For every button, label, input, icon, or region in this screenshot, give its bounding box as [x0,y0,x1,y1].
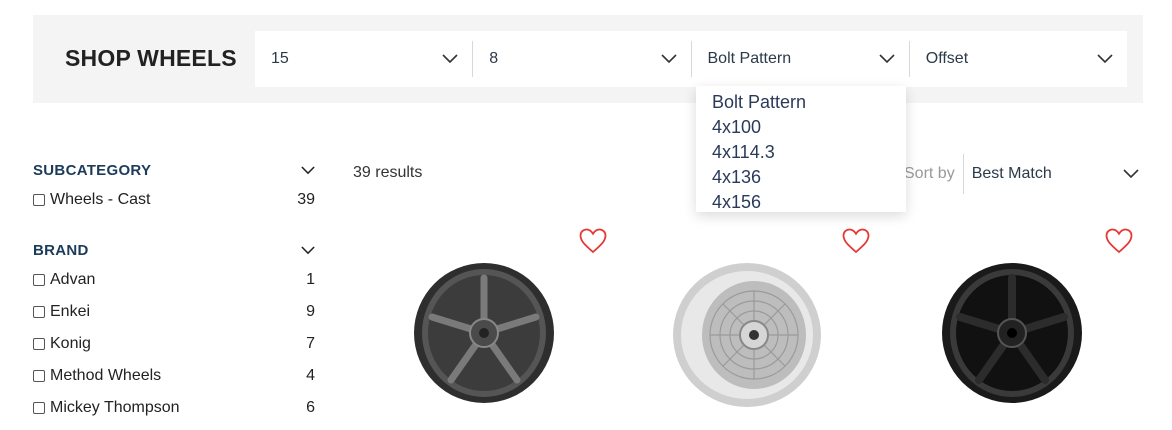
chevron-down-icon [1123,169,1139,179]
facet-brand: BRAND Advan 1 Enkei 9 Konig 7 Method Whe… [33,236,315,424]
facet-subcategory: SUBCATEGORY Wheels - Cast 39 [33,156,315,216]
facet-option[interactable]: Enkei 9 [33,296,315,328]
wishlist-heart-icon[interactable] [579,228,607,254]
facet-option-count: 9 [306,303,315,320]
diameter-select[interactable]: 15 [255,41,474,77]
shop-wheels-title: SHOP WHEELS [65,45,237,71]
facet-option-count: 39 [297,191,315,208]
facet-option-label: Mickey Thompson [50,399,180,416]
facet-option-label: Enkei [50,303,91,320]
checkbox[interactable] [33,402,45,414]
wishlist-heart-icon[interactable] [842,228,870,254]
sort-select-value: Best Match [971,165,1052,182]
wheel-black-split-spoke-icon [942,263,1082,403]
chevron-down-icon [660,54,677,64]
wheel-filter-selects: 15 8 Bolt Pattern Offset [255,31,1127,87]
facet-header[interactable]: SUBCATEGORY [33,156,315,184]
facet-option-label: Method Wheels [50,367,162,384]
facet-option-label: Advan [50,271,96,288]
facet-option-label: Wheels - Cast [50,191,151,208]
bolt-pattern-dropdown: Bolt Pattern 4x100 4x114.3 4x136 4x156 [696,86,906,212]
facet-option-count: 6 [306,399,315,416]
wheel-gunmetal-split-spoke-icon [414,263,554,403]
facet-option[interactable]: Advan 1 [33,264,315,296]
wheel-silver-mesh-icon [673,263,821,407]
facet-option-label: Konig [50,335,91,352]
dropdown-option[interactable]: 4x100 [712,115,906,140]
chevron-down-icon [1097,54,1113,64]
facet-title: SUBCATEGORY [33,161,152,179]
chevron-down-icon [442,54,458,64]
sort-label: Sort by [904,165,955,182]
width-select-value: 8 [489,50,499,67]
facet-option[interactable]: Wheels - Cast 39 [33,184,315,216]
product-card[interactable] [616,226,870,430]
filter-sidebar: SUBCATEGORY Wheels - Cast 39 BRAND Advan… [33,156,315,424]
dropdown-option[interactable]: 4x156 [712,190,906,215]
results-count: 39 results [353,164,423,181]
chevron-down-icon[interactable] [301,165,315,175]
chevron-down-icon [879,54,895,64]
checkbox[interactable] [33,338,45,350]
dropdown-option[interactable]: 4x114.3 [712,140,906,165]
facet-header[interactable]: BRAND [33,236,315,264]
width-select[interactable]: 8 [473,41,692,77]
sort-select[interactable]: Best Match [964,165,1143,183]
facet-option[interactable]: Konig 7 [33,328,315,360]
chevron-down-icon[interactable] [301,245,315,255]
bolt-pattern-select-value: Bolt Pattern [707,50,792,67]
bolt-pattern-select[interactable]: Bolt Pattern [692,41,910,77]
facet-title: BRAND [33,241,89,259]
checkbox[interactable] [33,370,45,382]
facet-option-count: 1 [306,271,315,288]
facet-option[interactable]: Mickey Thompson 6 [33,392,315,424]
checkbox[interactable] [33,194,45,206]
facet-option[interactable]: Method Wheels 4 [33,360,315,392]
shop-wheels-bar: SHOP WHEELS 15 8 Bolt Pattern Offset [33,15,1143,103]
wishlist-heart-icon[interactable] [1105,228,1133,254]
dropdown-option[interactable]: Bolt Pattern [712,90,906,115]
product-card[interactable] [879,226,1133,430]
sort-control[interactable]: Sort by Best Match [900,154,1143,194]
offset-select[interactable]: Offset [910,41,1127,77]
facet-option-count: 7 [306,335,315,352]
checkbox[interactable] [33,274,45,286]
dropdown-option[interactable]: 4x136 [712,165,906,190]
diameter-select-value: 15 [271,50,289,67]
product-card[interactable] [353,226,607,430]
offset-select-value: Offset [925,50,969,67]
checkbox[interactable] [33,306,45,318]
facet-option-count: 4 [306,367,315,384]
